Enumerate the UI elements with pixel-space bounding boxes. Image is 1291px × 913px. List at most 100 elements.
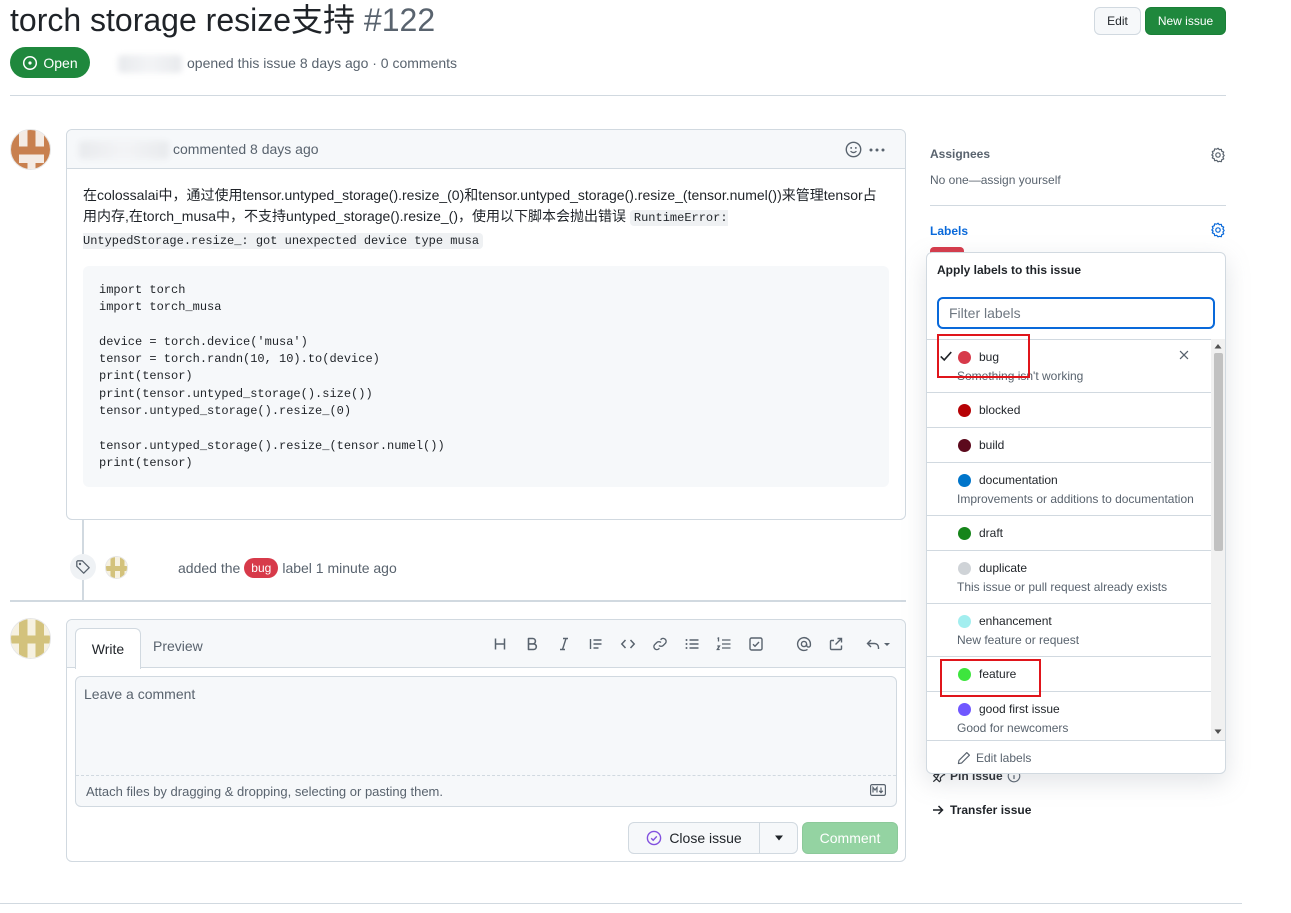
- label-option[interactable]: enhancement New feature or request: [927, 604, 1211, 657]
- edit-labels-link[interactable]: Edit labels: [927, 740, 1225, 773]
- label-option-name: build: [979, 438, 1005, 452]
- scroll-up-icon[interactable]: [1214, 343, 1222, 349]
- new-issue-button[interactable]: New issue: [1145, 7, 1226, 35]
- labels-heading[interactable]: Labels: [930, 224, 968, 238]
- issue-meta: opened this issue 8 days ago · 0 comment…: [187, 55, 458, 71]
- labels-gear-icon[interactable]: [1210, 222, 1226, 238]
- author-avatar[interactable]: [10, 129, 51, 170]
- code-icon[interactable]: [617, 633, 639, 655]
- close-issue-options-button[interactable]: [759, 822, 798, 854]
- check-circle-icon: [647, 830, 662, 846]
- author-name-blurred[interactable]: [118, 55, 182, 73]
- comment-header: commented 8 days ago: [67, 130, 905, 169]
- label-option-description: Improvements or additions to documentati…: [957, 492, 1194, 506]
- label-option[interactable]: duplicate This issue or pull request alre…: [927, 551, 1211, 604]
- label-option[interactable]: documentation Improvements or additions t…: [927, 463, 1211, 516]
- link-icon[interactable]: [649, 633, 671, 655]
- label-list-scroll-thumb[interactable]: [1214, 353, 1223, 551]
- header-divider: [10, 95, 1226, 96]
- issue-state-badge: Open: [10, 47, 90, 78]
- tab-write[interactable]: Write: [75, 628, 141, 669]
- label-color-dot: [958, 474, 971, 487]
- sidebar-divider: [930, 205, 1226, 206]
- comment-submit-button[interactable]: Comment: [802, 822, 898, 854]
- timeline-line: [82, 580, 84, 600]
- assignees-value[interactable]: No one—assign yourself: [930, 173, 1061, 187]
- assignees-heading[interactable]: Assignees: [930, 147, 990, 161]
- edit-labels-label: Edit labels: [976, 750, 1032, 765]
- triangle-down-icon: [774, 835, 783, 841]
- comment-body: 在colossalai中，通过使用tensor.untyped_storage(…: [83, 185, 888, 252]
- label-option[interactable]: blocked: [927, 393, 1211, 428]
- label-color-dot: [958, 439, 971, 452]
- comment-input[interactable]: [76, 677, 896, 775]
- timeline-line: [82, 520, 84, 554]
- label-picker-title: Apply labels to this issue: [937, 263, 1082, 277]
- label-option-name: enhancement: [979, 614, 1052, 628]
- comment-text: 在colossalai中，通过使用tensor.untyped_storage(…: [83, 187, 877, 224]
- actor-avatar[interactable]: [105, 556, 128, 579]
- smiley-icon[interactable]: [845, 141, 862, 158]
- scroll-down-icon[interactable]: [1214, 729, 1222, 735]
- quote-icon[interactable]: [585, 633, 607, 655]
- label-option-name: documentation: [979, 473, 1058, 487]
- transfer-issue-label: Transfer issue: [950, 803, 1032, 817]
- label-option-description: New feature or request: [957, 633, 1080, 647]
- annotation-box-feature: [940, 659, 1041, 697]
- comment-meta: commented 8 days ago: [173, 141, 319, 157]
- tab-preview[interactable]: Preview: [153, 638, 203, 654]
- assignees-gear-icon[interactable]: [1210, 147, 1226, 163]
- label-color-dot: [958, 527, 971, 540]
- bulleted-list-icon[interactable]: [681, 633, 703, 655]
- label-option-name: duplicate: [979, 561, 1028, 575]
- code-block: import torch import torch_musa device = …: [83, 266, 889, 487]
- tag-icon: [76, 560, 90, 574]
- composer-toolbar: Write Preview: [67, 620, 905, 669]
- heading-icon[interactable]: [489, 633, 511, 655]
- filter-labels-input[interactable]: [939, 299, 1213, 327]
- bold-icon[interactable]: [521, 633, 543, 655]
- label-color-dot: [958, 703, 971, 716]
- tag-icon-bubble: [70, 554, 96, 580]
- mention-icon[interactable]: [793, 633, 815, 655]
- comment-input-wrapper: Attach files by dragging & dropping, sel…: [75, 676, 897, 807]
- close-issue-label: Close issue: [669, 830, 742, 846]
- task-list-icon[interactable]: [745, 633, 767, 655]
- label-option[interactable]: build: [927, 428, 1211, 463]
- label-option[interactable]: good first issue Good for newcomers: [927, 692, 1211, 740]
- saved-replies-icon[interactable]: [863, 633, 895, 655]
- annotation-box-bug: [937, 334, 1030, 378]
- remove-label-x-icon[interactable]: [1177, 348, 1191, 362]
- issue-open-icon: [23, 55, 38, 70]
- timeline-divider: [10, 600, 906, 602]
- numbered-list-icon[interactable]: [713, 633, 735, 655]
- issue-number: #122: [363, 2, 436, 38]
- event-suffix: label 1 minute ago: [282, 560, 397, 576]
- label-option[interactable]: draft: [927, 516, 1211, 551]
- commenter-name-blurred[interactable]: [79, 141, 169, 159]
- event-prefix: added the: [178, 560, 241, 576]
- label-option-name: blocked: [979, 403, 1021, 417]
- kebab-menu-icon[interactable]: [868, 142, 886, 158]
- label-color-dot: [958, 615, 971, 628]
- event-label-chip[interactable]: bug: [244, 558, 279, 578]
- label-option-name: draft: [979, 526, 1004, 540]
- cross-reference-icon[interactable]: [825, 633, 847, 655]
- transfer-issue-action[interactable]: Transfer issue: [932, 803, 1031, 817]
- markdown-icon: [870, 784, 886, 796]
- label-color-dot: [958, 404, 971, 417]
- page-bottom-divider: [0, 903, 1242, 904]
- italic-icon[interactable]: [553, 633, 575, 655]
- label-option-description: Good for newcomers: [957, 721, 1069, 735]
- close-issue-button[interactable]: Close issue: [628, 822, 760, 854]
- issue-title: torch storage resize支持 #122: [10, 0, 435, 40]
- filter-labels-field: [937, 297, 1215, 329]
- label-added-event: added the bug label 1 minute ago: [178, 558, 397, 578]
- comment-composer: Write Preview Leave a comment Attach fil…: [66, 619, 906, 862]
- attach-files-hint[interactable]: Attach files by dragging & dropping, sel…: [76, 775, 896, 807]
- label-color-dot: [958, 562, 971, 575]
- issue-title-text: torch storage resize支持: [10, 2, 356, 38]
- current-user-avatar[interactable]: [10, 618, 51, 659]
- issue-comment: commented 8 days ago 在colossalai中，通过使用te…: [66, 129, 906, 520]
- edit-button[interactable]: Edit: [1094, 7, 1141, 35]
